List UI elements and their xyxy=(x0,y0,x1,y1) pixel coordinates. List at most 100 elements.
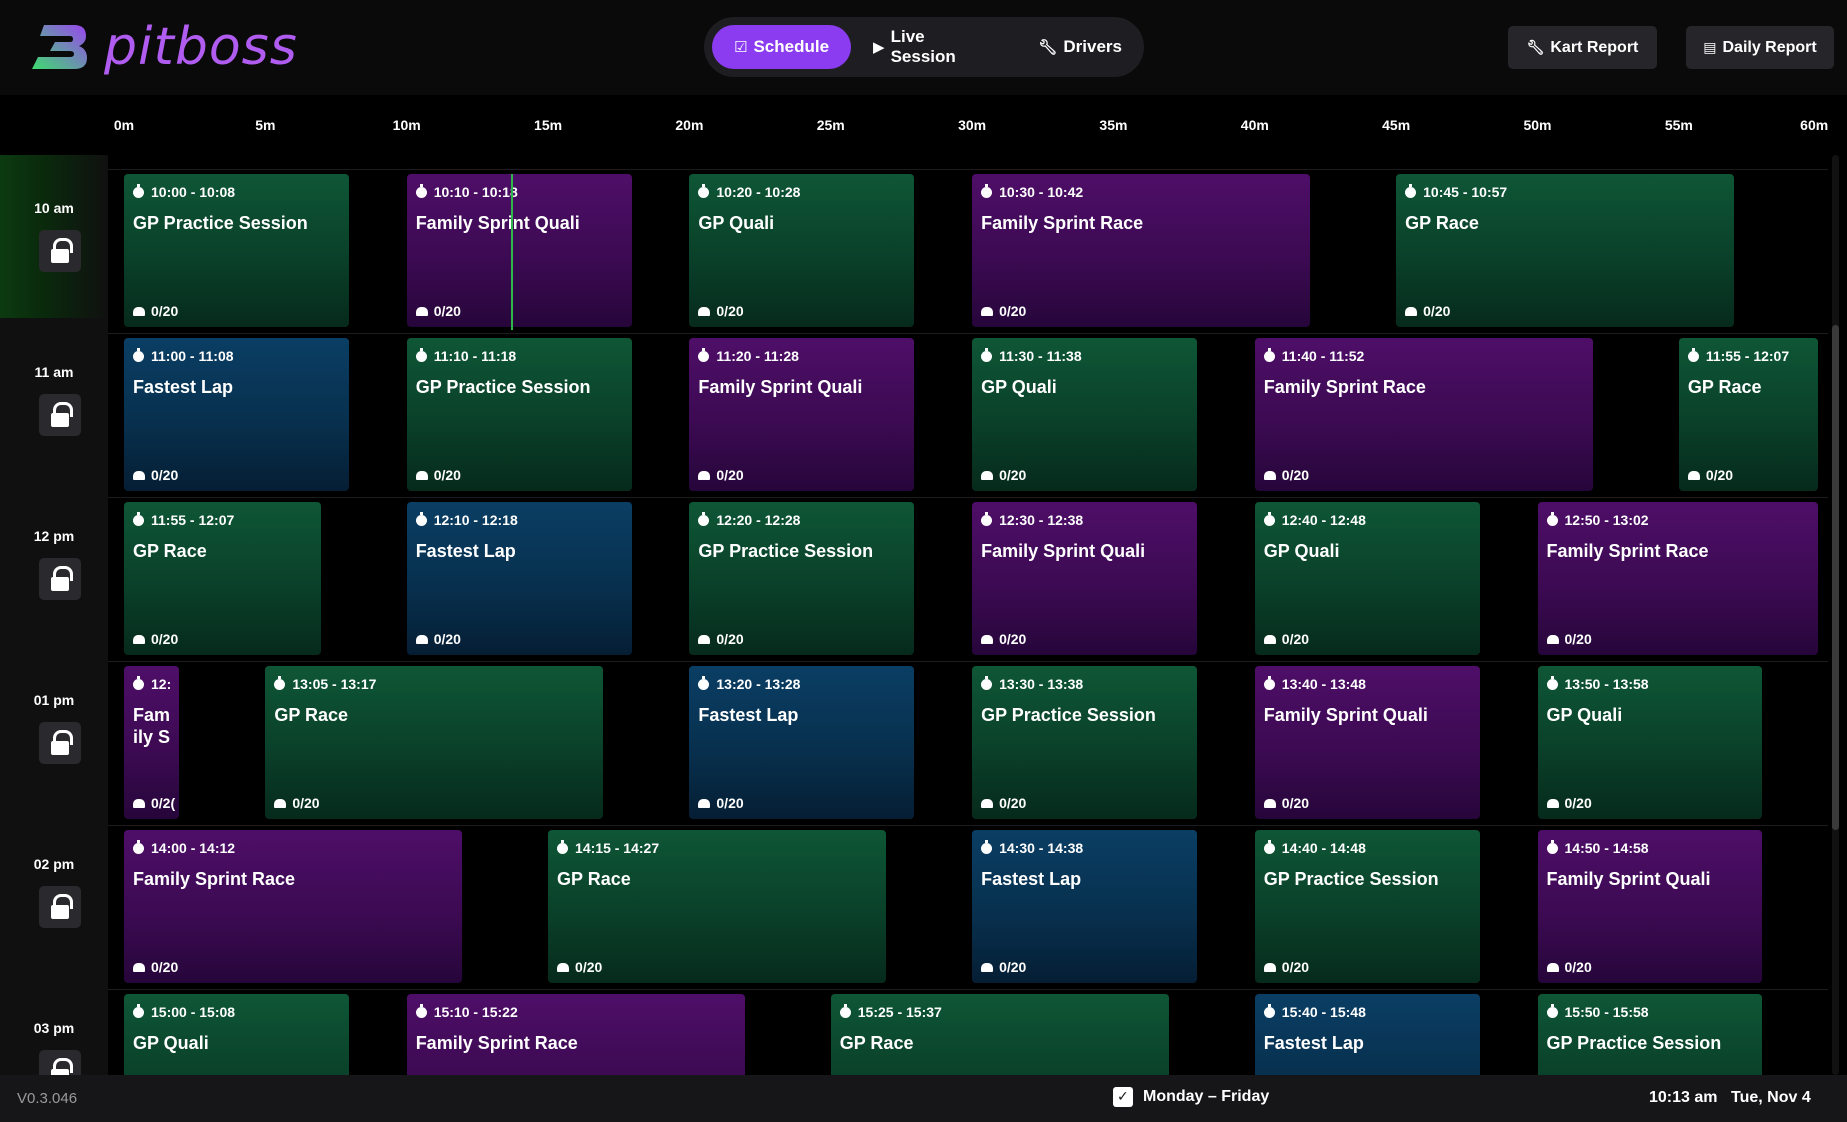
stopwatch-icon xyxy=(1546,512,1558,526)
session-time-text: 15:00 - 15:08 xyxy=(151,1004,236,1020)
session-time: 12: xyxy=(133,676,171,692)
session-driver-count: 0/20 xyxy=(133,959,178,975)
current-date: Tue, Nov 4 xyxy=(1731,1089,1811,1106)
session-count-text: 0/2( xyxy=(151,795,176,811)
session-time: 10:30 - 10:42 xyxy=(981,184,1083,200)
hour-row-label: 01 pm xyxy=(0,646,108,810)
session-time: 15:00 - 15:08 xyxy=(133,1004,235,1020)
kart-icon xyxy=(1546,799,1559,808)
axis-tick: 55m xyxy=(1664,117,1693,133)
day-range-selector[interactable]: Monday – Friday xyxy=(1113,1087,1269,1107)
session-time: 14:30 - 14:38 xyxy=(981,840,1083,856)
stopwatch-icon xyxy=(839,1004,851,1018)
session-block[interactable]: 12:40 - 12:48 GP Quali 0/20 xyxy=(1254,502,1480,655)
session-count-text: 0/20 xyxy=(716,631,744,647)
session-block[interactable]: 11:55 - 12:07 GP Race 0/20 xyxy=(1678,338,1818,491)
session-block[interactable]: 14:30 - 14:38 Fastest Lap 0/20 xyxy=(972,830,1198,983)
session-time: 14:00 - 14:12 xyxy=(133,840,235,856)
session-time: 11:30 - 11:38 xyxy=(981,348,1082,364)
session-driver-count: 0/20 xyxy=(698,467,744,483)
session-block[interactable]: 11:20 - 11:28 Family Sprint Quali 0/20 xyxy=(689,338,915,491)
main-nav: ☑ Schedule ▶ Live Session 🔧︎ Drivers xyxy=(704,17,1144,77)
session-block[interactable]: 12: Fam ily S 0/2( xyxy=(124,666,180,819)
axis-tick: 0m xyxy=(113,117,135,133)
session-block[interactable]: 15:00 - 15:08GP Quali0/20 xyxy=(124,994,349,1075)
kart-icon xyxy=(698,799,711,808)
session-count-text: 0/20 xyxy=(151,467,179,483)
session-block[interactable]: 15:40 - 15:48Fastest Lap0/20 xyxy=(1254,994,1480,1075)
session-count-text: 0/20 xyxy=(151,631,179,647)
pitboss-logo[interactable]: pitboss xyxy=(30,18,298,76)
session-block[interactable]: 11:55 - 12:07 GP Race 0/20 xyxy=(124,502,321,655)
row-divider xyxy=(108,989,1828,990)
lock-icon[interactable] xyxy=(39,558,81,600)
session-block[interactable]: 11:00 - 11:08 Fastest Lap 0/20 xyxy=(124,338,349,491)
session-block[interactable]: 15:25 - 15:37GP Race0/20 xyxy=(830,994,1169,1075)
session-name: GP Practice Session xyxy=(1546,1033,1722,1053)
session-block[interactable]: 15:10 - 15:22Family Sprint Race0/20 xyxy=(406,994,745,1075)
tab-drivers[interactable]: 🔧︎ Drivers xyxy=(1016,25,1144,69)
session-name: Family Sprint Race xyxy=(415,1033,578,1053)
session-block[interactable]: 12:30 - 12:38 Family Sprint Quali 0/20 xyxy=(972,502,1198,655)
kart-icon xyxy=(1263,471,1276,480)
app-version: V0.3.046 xyxy=(17,1090,78,1107)
wrench-icon: 🔧︎ xyxy=(1038,39,1058,56)
session-count-text: 0/20 xyxy=(151,303,179,319)
session-driver-count: 0/20 xyxy=(1687,467,1733,483)
session-driver-count: 0/20 xyxy=(1546,795,1592,811)
session-block[interactable]: 14:00 - 14:12 Family Sprint Race 0/20 xyxy=(124,830,463,983)
daily-report-button[interactable]: ▤ Daily Report xyxy=(1686,26,1834,69)
tab-drivers-label: Drivers xyxy=(1063,37,1122,56)
session-block[interactable]: 14:40 - 14:48 GP Practice Session 0/20 xyxy=(1254,830,1480,983)
session-block[interactable]: 11:40 - 11:52 Family Sprint Race 0/20 xyxy=(1254,338,1593,491)
session-block[interactable]: 13:50 - 13:58 GP Quali 0/20 xyxy=(1537,666,1763,819)
wrench-icon: 🔧︎ xyxy=(1526,39,1545,55)
session-block[interactable]: 13:40 - 13:48 Family Sprint Quali 0/20 xyxy=(1254,666,1480,819)
kart-report-button[interactable]: 🔧︎ Kart Report xyxy=(1508,26,1657,69)
session-time-text: 14:00 - 14:12 xyxy=(151,840,236,856)
session-block[interactable]: 11:10 - 11:18 GP Practice Session 0/20 xyxy=(406,338,632,491)
session-block[interactable]: 14:50 - 14:58 Family Sprint Quali 0/20 xyxy=(1537,830,1763,983)
session-block[interactable]: 10:10 - 10:18 Family Sprint Quali 0/20 xyxy=(406,174,632,327)
session-block[interactable]: 14:15 - 14:27 GP Race 0/20 xyxy=(548,830,887,983)
session-count-text: 0/20 xyxy=(716,467,744,483)
session-block[interactable]: 12:50 - 13:02 Family Sprint Race 0/20 xyxy=(1537,502,1818,655)
lock-icon[interactable] xyxy=(39,722,81,764)
kart-icon xyxy=(415,635,428,644)
kart-icon xyxy=(698,471,711,480)
session-driver-count: 0/20 xyxy=(1405,303,1450,319)
lock-icon[interactable] xyxy=(39,230,81,272)
lock-icon[interactable] xyxy=(39,394,81,436)
session-block[interactable]: 13:20 - 13:28 Fastest Lap 0/20 xyxy=(689,666,915,819)
session-time: 15:25 - 15:37 xyxy=(839,1004,942,1020)
session-block[interactable]: 11:30 - 11:38 GP Quali 0/20 xyxy=(972,338,1198,491)
session-driver-count: 0/20 xyxy=(1263,959,1309,975)
top-bar: pitboss ☑ Schedule ▶ Live Session 🔧︎ Dri… xyxy=(0,0,1847,95)
session-count-text: 0/20 xyxy=(433,631,461,647)
session-block[interactable]: 10:20 - 10:28 GP Quali 0/20 xyxy=(689,174,915,327)
session-block[interactable]: 13:05 - 13:17 GP Race 0/20 xyxy=(265,666,604,819)
hour-sidebar: 10 am 11 am 12 pm 01 pm 02 pm 03 pm xyxy=(0,155,108,1075)
session-count-text: 0/20 xyxy=(999,959,1027,975)
lock-icon[interactable] xyxy=(39,886,81,928)
schedule-grid: 10 am 11 am 12 pm 01 pm 02 pm 03 pm 10:00 - 1… xyxy=(0,155,1847,1075)
session-block[interactable]: 10:30 - 10:42 Family Sprint Race 0/20 xyxy=(972,174,1311,327)
session-block[interactable]: 10:00 - 10:08 GP Practice Session 0/20 xyxy=(124,174,349,327)
tab-schedule[interactable]: ☑ Schedule xyxy=(712,25,852,69)
session-block[interactable]: 10:45 - 10:57 GP Race 0/20 xyxy=(1396,174,1735,327)
scrollbar-thumb[interactable] xyxy=(1832,325,1839,830)
session-count-text: 0/20 xyxy=(433,303,461,319)
session-time-text: 13:20 - 13:28 xyxy=(716,676,801,692)
tab-live-session[interactable]: ▶ Live Session xyxy=(851,25,1016,69)
lock-icon[interactable] xyxy=(39,1050,81,1075)
session-block[interactable]: 13:30 - 13:38 GP Practice Session 0/20 xyxy=(972,666,1198,819)
session-block[interactable]: 12:10 - 12:18 Fastest Lap 0/20 xyxy=(406,502,632,655)
session-driver-count: 0/20 xyxy=(1263,795,1309,811)
status-bar: V0.3.046 Monday – Friday 10:13 am Tue, N… xyxy=(0,1075,1847,1122)
session-block[interactable]: 15:50 - 15:58GP Practice Session0/20 xyxy=(1537,994,1763,1075)
session-count-text: 0/20 xyxy=(1423,303,1451,319)
session-block[interactable]: 12:20 - 12:28 GP Practice Session 0/20 xyxy=(689,502,915,655)
session-name: GP Quali xyxy=(1263,541,1340,561)
session-name: Family Sprint Quali xyxy=(698,377,863,397)
session-time-text: 10:00 - 10:08 xyxy=(151,184,236,200)
